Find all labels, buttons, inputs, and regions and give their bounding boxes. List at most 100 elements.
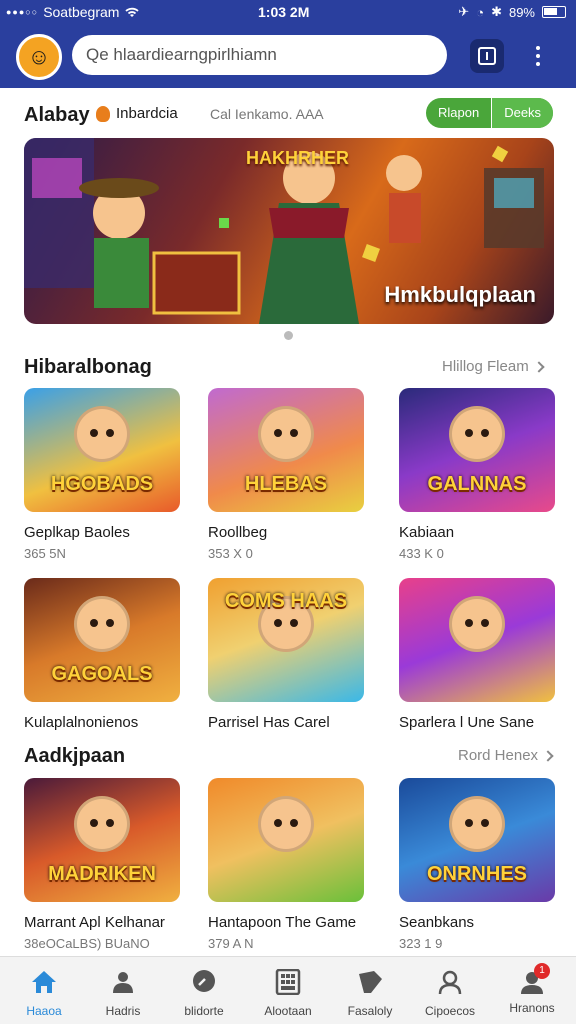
- hero-banner[interactable]: HAKHRHER Hmkbulqplaan: [24, 138, 554, 324]
- game-card[interactable]: Hantapoon The Game 379 A N: [208, 778, 364, 951]
- game-title: Parrisel Has Carel: [208, 714, 330, 731]
- game-logo: ONRNHES: [426, 863, 527, 885]
- chevron-right-icon: [533, 360, 545, 373]
- nav-item-home[interactable]: Haaoa: [4, 969, 84, 1018]
- game-card[interactable]: GAGOALS Kulaplalnonienos: [24, 578, 180, 731]
- nav-item-chat[interactable]: blidorte: [164, 969, 244, 1018]
- game-title: Roollbeg: [208, 524, 268, 541]
- category-tab-row: Alabay Inbardcia Cal Ienkamo. AAA Rlapon…: [0, 96, 576, 132]
- nav-item-people[interactable]: Hadris: [83, 969, 163, 1018]
- character-face-icon: [449, 596, 505, 652]
- bluetooth-icon: ✱: [491, 4, 502, 19]
- person-icon: [438, 970, 462, 995]
- chat-bubble-icon: [193, 970, 215, 992]
- signal-dots-icon: ●●●○○: [6, 7, 39, 17]
- battery-percent: 89%: [508, 4, 535, 20]
- game-logo: HLEBAS: [244, 473, 328, 495]
- character-face-icon: [258, 406, 314, 462]
- nav-label: Cipoecos: [424, 1004, 476, 1018]
- pill-group: Rlapon Deeks: [426, 98, 554, 128]
- game-thumbnail: HLEBAS: [208, 388, 364, 512]
- tab-brand[interactable]: Alabay: [24, 104, 90, 127]
- nav-label: Alootaan: [264, 1004, 312, 1018]
- battery-icon: [542, 6, 566, 18]
- game-meta: 323 1 9: [399, 936, 443, 951]
- game-card[interactable]: HLEBAS Roollbeg 353 X 0: [208, 388, 364, 561]
- bottom-nav: Haaoa Hadris blidorte Alootaan Fasaloly …: [0, 956, 576, 1024]
- game-card[interactable]: GALNNAS Kabiaan 433 K 0: [399, 388, 555, 561]
- game-thumbnail: HGOBADS: [24, 388, 180, 512]
- game-card[interactable]: HGOBADS Geplkap Baoles 365 5N: [24, 388, 180, 561]
- game-title: Kabiaan: [399, 524, 455, 541]
- search-input[interactable]: Qe hlaardiearngpirlhiamn: [72, 35, 447, 75]
- see-all-label: Rord Henex: [458, 747, 539, 764]
- tab-category[interactable]: Inbardcia: [96, 105, 178, 122]
- game-title: Hantapoon The Game: [208, 914, 357, 931]
- game-meta: 38eOCaLBS) BUaNO: [24, 936, 150, 951]
- tab-category-label: Inbardcia: [116, 105, 178, 122]
- character-face-icon: [449, 406, 505, 462]
- kebab-menu-icon[interactable]: [528, 42, 548, 70]
- people-icon: [113, 972, 133, 993]
- see-all-label: Hlillog Fleam: [442, 358, 529, 375]
- notification-badge: 1: [534, 963, 550, 979]
- game-title: Marrant Apl Kelhanar: [24, 914, 165, 931]
- status-bar: ●●●○○ Soatbegram 1:03 2M ✈ ◔ ✱ 89%: [0, 0, 576, 26]
- flame-icon: [96, 105, 110, 122]
- nav-label: Fasaloly: [347, 1004, 393, 1018]
- game-card[interactable]: ONRNHES Seanbkans 323 1 9: [399, 778, 555, 951]
- home-icon: [32, 971, 56, 993]
- character-face-icon: [74, 796, 130, 852]
- game-logo: COMS HAAS: [224, 590, 348, 612]
- banner-caption: Hmkbulqplaan: [384, 282, 536, 307]
- game-thumbnail: [208, 778, 364, 902]
- game-title: Sparlera l Une Sane: [399, 714, 535, 731]
- tab-subtitle: Cal Ienkamo. AAA: [210, 106, 324, 122]
- nav-item-tag[interactable]: Fasaloly: [330, 969, 410, 1018]
- game-meta: 433 K 0: [399, 546, 444, 561]
- game-meta: 379 A N: [208, 936, 254, 951]
- nav-item-person[interactable]: Cipoecos: [410, 969, 490, 1018]
- section-more-2[interactable]: Rord Henex: [458, 747, 554, 764]
- game-title: Kulaplalnonienos: [24, 714, 139, 731]
- chevron-right-icon: [542, 749, 554, 762]
- game-title: Geplkap Baoles: [24, 524, 130, 541]
- nav-item-grid[interactable]: Alootaan: [248, 968, 328, 1018]
- tag-icon: [359, 971, 382, 993]
- airplane-icon: ✈: [458, 4, 470, 19]
- tablet-icon[interactable]: [470, 39, 504, 73]
- game-meta: 365 5N: [24, 546, 66, 561]
- game-logo: GAGOALS: [51, 663, 153, 685]
- section-title-2: Aadkjpaan: [24, 745, 126, 767]
- app-header: ☺ Qe hlaardiearngpirlhiamn: [0, 26, 576, 88]
- character-face-icon: [74, 596, 130, 652]
- section-more-1[interactable]: Hlillog Fleam: [442, 358, 545, 375]
- banner-headline: HAKHRHER: [246, 148, 349, 168]
- wifi-icon: [125, 7, 140, 17]
- section-title-1: Hibaralbonag: [24, 356, 152, 378]
- pill-button-2[interactable]: Deeks: [491, 98, 554, 128]
- game-thumbnail: COMS HAAS: [208, 578, 364, 702]
- nav-item-profile[interactable]: 1 Hranons: [492, 963, 572, 1015]
- game-card[interactable]: COMS HAAS Parrisel Has Carel: [208, 578, 364, 731]
- nav-label: blidorte: [184, 1004, 224, 1018]
- grid-icon: [275, 968, 301, 996]
- game-thumbnail: MADRIKEN: [24, 778, 180, 902]
- game-thumbnail: GAGOALS: [24, 578, 180, 702]
- chef-mascot-icon[interactable]: ☺: [16, 34, 62, 80]
- game-logo: HGOBADS: [50, 473, 154, 495]
- character-face-icon: [74, 406, 130, 462]
- character-face-icon: [449, 796, 505, 852]
- game-thumbnail: GALNNAS: [399, 388, 555, 512]
- character-face-icon: [258, 796, 314, 852]
- game-thumbnail: ONRNHES: [399, 778, 555, 902]
- game-card[interactable]: MADRIKEN Marrant Apl Kelhanar 38eOCaLBS)…: [24, 778, 180, 951]
- game-card[interactable]: Sparlera l Une Sane: [399, 578, 555, 731]
- nav-label: Haaoa: [26, 1004, 62, 1018]
- carrier-name: Soatbegram: [43, 4, 120, 20]
- alarm-icon: ◔: [476, 4, 485, 20]
- carousel-indicator[interactable]: [284, 331, 293, 340]
- search-text: Qe hlaardiearngpirlhiamn: [86, 45, 277, 64]
- game-meta: 353 X 0: [208, 546, 253, 561]
- pill-button-1[interactable]: Rlapon: [426, 98, 491, 128]
